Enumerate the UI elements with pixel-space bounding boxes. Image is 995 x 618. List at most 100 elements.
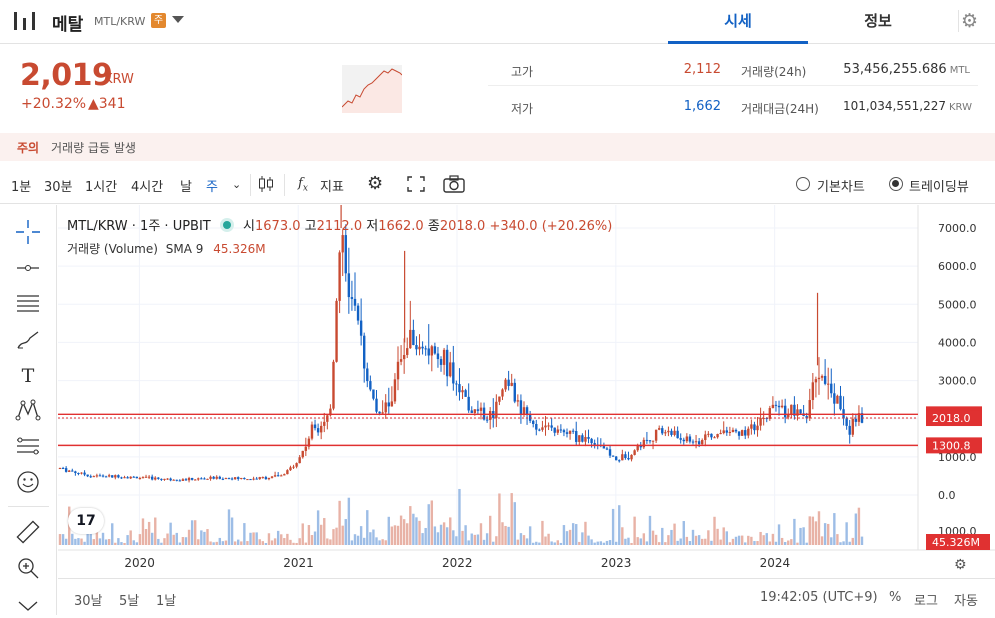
legend-close-label: 종 [428,219,440,234]
tab-market[interactable]: 시세 [668,0,808,44]
volume-bar [658,542,660,545]
volume-bar [753,541,755,545]
volume-bar [849,542,851,545]
candle-body [707,434,709,435]
tradingview-label[interactable]: 트레이딩뷰 [909,176,969,195]
gear-icon[interactable]: ⚙ [958,10,980,32]
candle-body [68,471,70,472]
fib-lines-icon[interactable] [14,290,42,318]
amount-value: 101,034,551,227KRW [820,99,972,113]
auto-toggle[interactable]: 자동 [954,590,978,609]
candle-body [723,430,725,433]
log-toggle[interactable]: 로그 [914,590,938,609]
volume-bar [228,509,230,545]
settings-gear-icon[interactable]: ⚙ [367,173,383,194]
volume-bar [409,506,411,545]
volume-bar [790,539,792,545]
horizontal-ray-icon[interactable] [14,254,42,282]
volume-bar [231,518,233,545]
candle-type-icon[interactable] [258,175,274,193]
ruler-icon[interactable] [14,518,42,546]
candle-body [117,475,119,477]
candle-body [652,441,654,442]
candle-body [240,478,242,479]
candle-body [520,400,522,414]
candle-body [219,477,221,479]
volume-bar [695,536,697,545]
price-chart[interactable]: 0.01000.02000.03000.04000.05000.06000.07… [58,205,995,575]
text-tool-icon[interactable]: T [14,362,42,390]
chevron-down-icon[interactable] [172,16,184,23]
candle-body [403,355,405,359]
candle-body [704,434,706,440]
crosshair-icon[interactable] [14,218,42,246]
clock-text: 19:42:05 (UTC+9) [760,590,878,605]
range-1d[interactable]: 1날 [156,590,176,609]
range-5d[interactable]: 5날 [119,590,139,609]
candle-body [222,479,224,480]
magnet-icon[interactable] [14,590,42,618]
candle-body [363,336,365,369]
radio-basic-chart[interactable] [796,177,810,191]
legend-change: +340.0 (+20.26%) [489,219,612,234]
volume-bar [633,517,635,545]
volume-bar [320,525,322,545]
camera-icon[interactable] [443,175,465,193]
interval-week[interactable]: 주 [206,176,218,195]
candle-body [738,431,740,435]
volume-bar [698,535,700,545]
candle-body [815,379,817,382]
change-percent: +20.32% [21,96,86,112]
fullscreen-icon[interactable] [407,176,425,192]
interval-1m[interactable]: 1분 [11,176,31,195]
interval-4h[interactable]: 4시간 [131,176,163,195]
brush-icon[interactable] [14,326,42,354]
pattern-icon[interactable] [14,396,42,424]
function-icon[interactable]: fx [298,176,308,194]
range-30d[interactable]: 30날 [74,590,103,609]
candle-body [498,397,500,402]
volume-bar [572,523,574,545]
interval-day[interactable]: 날 [180,176,192,195]
volume-bar [200,530,202,545]
interval-30m[interactable]: 30분 [44,176,73,195]
volume-bar [437,532,439,545]
volume-bar [461,531,463,545]
forecast-icon[interactable] [14,432,42,460]
candle-body [695,441,697,442]
zoom-in-icon[interactable] [14,554,42,582]
candle-body [206,479,208,480]
candle-body [437,354,439,360]
volume-bar [578,542,580,545]
menu-logo-icon[interactable] [14,10,40,32]
volume-bar [590,539,592,545]
coin-name[interactable]: 메탈 [52,10,83,35]
volume-bar [123,543,125,545]
candle-body [615,457,617,461]
volume-bar [243,523,245,545]
candle-body [231,479,233,480]
tab-info[interactable]: 정보 [808,0,948,44]
interval-1h[interactable]: 1시간 [85,176,117,195]
y-tick-label: 4000.0 [938,336,977,349]
candle-body [504,380,506,390]
volume-bar [255,532,257,545]
volume-bar [443,522,445,545]
candle-body [225,478,227,479]
volume-bar [65,539,67,545]
volume-bar [836,534,838,545]
volume-bar [292,543,294,545]
volume-bar [305,543,307,545]
candle-body [283,474,285,475]
basic-chart-label[interactable]: 기본차트 [817,176,865,195]
indicator-button[interactable]: 지표 [320,176,344,195]
volume-bar [332,529,334,545]
volume-bar [286,534,288,545]
price-sparkline [342,65,402,113]
radio-tradingview[interactable] [889,177,903,191]
candle-body [133,477,135,478]
emoji-icon[interactable] [14,468,42,496]
candle-body [295,463,297,467]
chevron-down-icon[interactable]: ⌄ [232,178,241,191]
percent-toggle[interactable]: % [889,590,901,605]
